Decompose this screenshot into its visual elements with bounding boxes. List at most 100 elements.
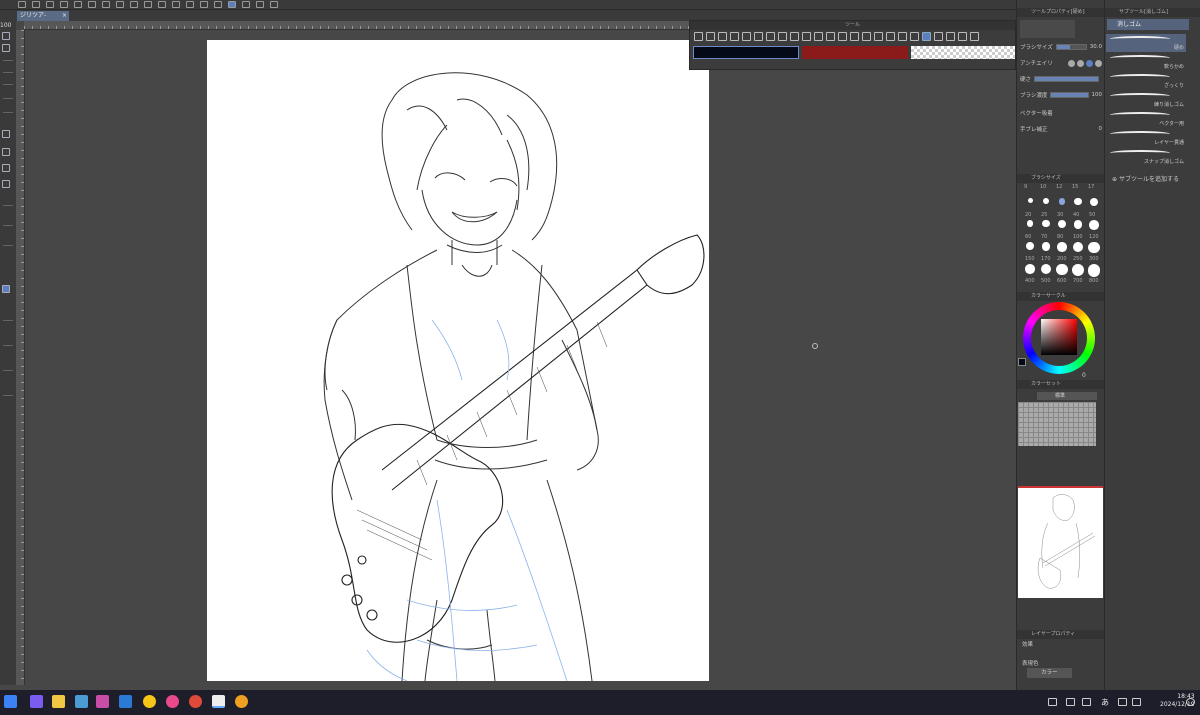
- brush-size-preset[interactable]: [1056, 264, 1068, 276]
- copilot-icon[interactable]: [30, 695, 43, 708]
- layer-tool-icon[interactable]: [2, 164, 10, 172]
- brush-size-preset[interactable]: [1041, 242, 1051, 251]
- color-set-swatches[interactable]: [1018, 402, 1096, 446]
- layer-move-icon[interactable]: [730, 32, 739, 41]
- sub-tool-item[interactable]: レイヤー貫通: [1106, 129, 1186, 147]
- deselect-icon[interactable]: [186, 1, 194, 8]
- frame-icon[interactable]: [838, 32, 847, 41]
- text-icon[interactable]: [742, 32, 751, 41]
- ime-indicator[interactable]: あ: [1101, 697, 1109, 708]
- selected-tool-icon[interactable]: [2, 285, 10, 293]
- brush-size-preset[interactable]: [1027, 198, 1033, 203]
- vector-row[interactable]: ベクター吸着: [1020, 108, 1102, 118]
- layer-tool-icon[interactable]: [2, 180, 10, 188]
- start-icon[interactable]: [4, 695, 17, 708]
- brush-size-preset[interactable]: [1087, 264, 1101, 277]
- sub-tool-item[interactable]: 軟らかめ: [1106, 53, 1186, 71]
- sub-tool-item[interactable]: 硬め: [1106, 34, 1186, 52]
- save-icon[interactable]: [60, 1, 68, 8]
- clip-studio-icon[interactable]: [212, 695, 225, 708]
- notification-icon[interactable]: [1186, 698, 1195, 706]
- open-icon[interactable]: [46, 1, 54, 8]
- chrome-icon[interactable]: [189, 695, 202, 708]
- browser-icon[interactable]: [235, 695, 248, 708]
- color-set-dropdown[interactable]: 標準: [1037, 392, 1097, 400]
- transparent-color-swatch[interactable]: [911, 46, 1015, 59]
- brush-icon[interactable]: [886, 32, 895, 41]
- invert-selection-icon[interactable]: [200, 1, 208, 8]
- rotate-icon[interactable]: [270, 1, 278, 8]
- lasso-icon[interactable]: [790, 32, 799, 41]
- brush-size-preset[interactable]: [1040, 264, 1052, 275]
- brush-size-preset[interactable]: [1058, 198, 1066, 205]
- layer-tool-icon[interactable]: [2, 148, 10, 156]
- tray-icon[interactable]: [1048, 698, 1057, 706]
- grid-icon[interactable]: [256, 1, 264, 8]
- hand-icon[interactable]: [970, 32, 979, 41]
- sub-color-swatch[interactable]: [802, 46, 908, 59]
- settings-app-icon[interactable]: [75, 695, 88, 708]
- move-icon[interactable]: [706, 32, 715, 41]
- main-color-chip[interactable]: [1018, 358, 1026, 366]
- print-icon[interactable]: [88, 1, 96, 8]
- eyedropper-icon[interactable]: [958, 32, 967, 41]
- export-icon[interactable]: [74, 1, 82, 8]
- redo-icon[interactable]: [116, 1, 124, 8]
- document-tab[interactable]: ジリツア- ×: [17, 11, 69, 21]
- navigator-icon[interactable]: [2, 32, 10, 40]
- operation-icon[interactable]: [718, 32, 727, 41]
- add-sub-tool-button[interactable]: ⊕ サブツールを追加する: [1112, 174, 1179, 183]
- figure-icon[interactable]: [814, 32, 823, 41]
- fit-icon[interactable]: [2, 44, 10, 52]
- zoom-icon[interactable]: [694, 32, 703, 41]
- volume-icon[interactable]: [1132, 698, 1141, 706]
- zoom-level[interactable]: 100: [0, 22, 11, 29]
- gradient-icon[interactable]: [802, 32, 811, 41]
- main-color-swatch[interactable]: [693, 46, 799, 59]
- rectangle-select-icon[interactable]: [778, 32, 787, 41]
- expression-select[interactable]: カラー: [1027, 668, 1072, 678]
- pen-tool-icon[interactable]: [862, 32, 871, 41]
- eraser-icon[interactable]: [922, 32, 931, 41]
- saturation-square[interactable]: [1041, 319, 1077, 355]
- brush-size-preset[interactable]: [1089, 198, 1099, 207]
- close-icon[interactable]: ×: [62, 11, 67, 21]
- blend-icon[interactable]: [934, 32, 943, 41]
- undo-icon[interactable]: [102, 1, 110, 8]
- settings-icon[interactable]: [130, 1, 138, 8]
- density-row[interactable]: ブラシ濃度 100: [1020, 90, 1102, 100]
- brush-size-preset[interactable]: [1072, 264, 1084, 276]
- brush-size-preset[interactable]: [1074, 198, 1082, 206]
- ruler-tool-icon[interactable]: [826, 32, 835, 41]
- balloon-icon[interactable]: [766, 32, 775, 41]
- brush-size-preset[interactable]: [1073, 220, 1083, 229]
- menu-icon[interactable]: [18, 1, 26, 8]
- sub-tool-item[interactable]: ベクター用: [1106, 110, 1186, 128]
- sub-tool-item[interactable]: 練り消しゴム: [1106, 91, 1186, 109]
- sub-tool-group-tab[interactable]: 消しゴム: [1107, 19, 1189, 30]
- sub-tool-item[interactable]: ざっくり: [1106, 72, 1186, 90]
- pen-icon[interactable]: [214, 1, 222, 8]
- app-icon[interactable]: [143, 695, 156, 708]
- brush-size-preset[interactable]: [1026, 242, 1034, 250]
- transform-icon[interactable]: [172, 1, 180, 8]
- decoration-icon[interactable]: [910, 32, 919, 41]
- correct-line-icon[interactable]: [754, 32, 763, 41]
- navigator-preview[interactable]: [1018, 486, 1103, 598]
- brush-size-preset[interactable]: [1042, 220, 1050, 228]
- antialias-row[interactable]: アンチエイリ: [1020, 58, 1102, 68]
- layer-tool-icon[interactable]: [2, 130, 10, 138]
- brush-size-preset[interactable]: [1057, 220, 1067, 229]
- snap-icon[interactable]: [242, 1, 250, 8]
- brush-size-preset[interactable]: [1088, 242, 1100, 254]
- hardness-row[interactable]: 硬さ: [1020, 74, 1102, 84]
- airbrush-icon[interactable]: [898, 32, 907, 41]
- music-icon[interactable]: [166, 695, 179, 708]
- notepad-icon[interactable]: [119, 695, 132, 708]
- brush-size-row[interactable]: ブラシサイズ 30.0: [1020, 42, 1102, 52]
- stabilization-row[interactable]: 手ブレ補正 0: [1020, 124, 1102, 134]
- fill-tool-icon[interactable]: [850, 32, 859, 41]
- brush-size-preset[interactable]: [1025, 264, 1035, 274]
- brush-size-preset[interactable]: [1026, 220, 1034, 227]
- tray-icon[interactable]: [1066, 698, 1075, 706]
